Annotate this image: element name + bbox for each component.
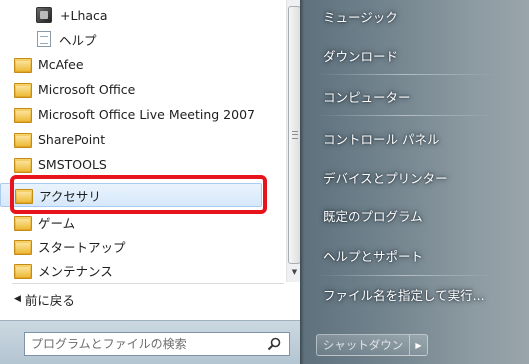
- program-label: +Lhaca: [60, 7, 108, 23]
- program-folder-startup[interactable]: スタートアップ: [0, 234, 285, 258]
- folder-icon: [14, 82, 32, 98]
- folder-icon: [14, 239, 32, 255]
- divider: [12, 283, 284, 284]
- search-input[interactable]: [31, 337, 251, 351]
- search-field[interactable]: [24, 332, 290, 356]
- program-label: ヘルプ: [59, 32, 97, 48]
- program-item-help[interactable]: ヘルプ: [0, 27, 285, 51]
- program-label: SMSTOOLS: [38, 156, 107, 172]
- menu-help-support[interactable]: ヘルプとサポート: [323, 244, 423, 266]
- divider: [316, 275, 496, 276]
- program-folder-mcafee[interactable]: McAfee: [0, 52, 285, 76]
- chevron-right-icon[interactable]: ▶: [410, 334, 428, 356]
- grip-icon: [292, 131, 298, 139]
- program-folder-maintenance[interactable]: メンテナンス: [0, 258, 285, 282]
- program-label: ゲーム: [38, 215, 76, 231]
- shutdown-button[interactable]: シャットダウン: [316, 334, 410, 356]
- program-folder-smstools[interactable]: SMSTOOLS: [0, 152, 285, 176]
- folder-icon: [14, 57, 32, 73]
- highlight-annotation-box: [10, 175, 267, 214]
- back-arrow-icon: ◀: [14, 294, 21, 304]
- app-icon: [36, 7, 52, 23]
- folder-icon: [14, 132, 32, 148]
- divider: [316, 74, 496, 75]
- program-label: Microsoft Office: [38, 81, 136, 97]
- program-label: Microsoft Office Live Meeting 2007: [38, 106, 255, 122]
- divider: [316, 115, 496, 116]
- search-bar: [0, 320, 300, 364]
- folder-icon: [14, 107, 32, 123]
- program-folder-sharepoint[interactable]: SharePoint: [0, 127, 285, 151]
- menu-run[interactable]: ファイル名を指定して実行...: [323, 283, 485, 305]
- program-folder-microsoft-office[interactable]: Microsoft Office: [0, 77, 285, 101]
- program-folder-live-meeting[interactable]: Microsoft Office Live Meeting 2007: [0, 102, 285, 126]
- menu-downloads[interactable]: ダウンロード: [323, 44, 398, 66]
- menu-control-panel[interactable]: コントロール パネル: [323, 127, 439, 149]
- program-label: SharePoint: [38, 131, 106, 147]
- folder-icon: [14, 157, 32, 173]
- back-button[interactable]: ◀ 前に戻る: [14, 289, 75, 309]
- menu-default-programs[interactable]: 既定のプログラム: [323, 204, 423, 226]
- document-icon: [37, 31, 51, 47]
- shutdown-group: シャットダウン ▶: [316, 334, 433, 356]
- programs-pane: +Lhaca ヘルプ McAfee Microsoft Office Micro…: [0, 0, 302, 320]
- program-label: McAfee: [38, 56, 84, 72]
- program-label: スタートアップ: [38, 239, 126, 255]
- menu-music[interactable]: ミュージック: [323, 5, 398, 27]
- menu-devices-printers[interactable]: デバイスとプリンター: [323, 166, 448, 188]
- back-label: 前に戻る: [24, 292, 75, 308]
- program-label: メンテナンス: [38, 263, 113, 279]
- program-item-lhaca[interactable]: +Lhaca: [0, 3, 285, 27]
- folder-icon: [14, 215, 32, 231]
- menu-computer[interactable]: コンピューター: [323, 85, 411, 107]
- folder-icon: [14, 263, 32, 279]
- search-icon[interactable]: [267, 337, 281, 351]
